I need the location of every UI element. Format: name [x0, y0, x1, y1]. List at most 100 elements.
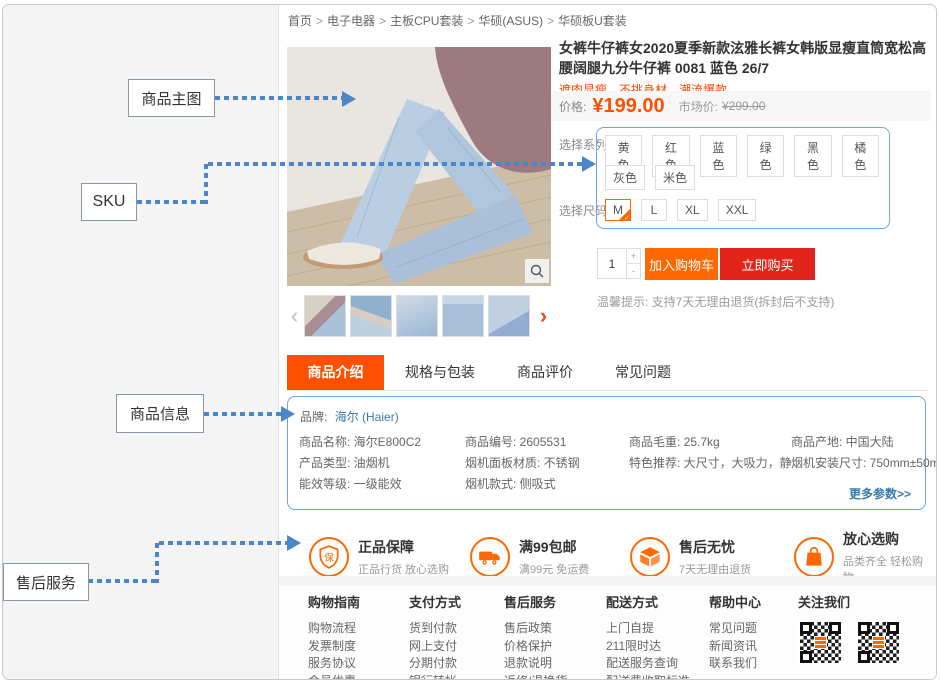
- footer: 购物指南购物流程发票制度服务协议会员优惠支付方式货到付款网上支付分期付款银行转帐…: [279, 586, 936, 679]
- footer-link[interactable]: 配送费收取标准: [606, 673, 709, 681]
- annotation-line-product-info: [204, 412, 282, 416]
- annotation-after-sales-label: 售后服务: [3, 563, 89, 601]
- size-chip-selected[interactable]: M: [605, 199, 631, 221]
- footer-link[interactable]: 售后政策: [504, 620, 606, 638]
- breadcrumb-link[interactable]: 华硕板U套装: [558, 14, 627, 28]
- color-chip[interactable]: 灰色: [605, 165, 645, 190]
- qr-code: [856, 620, 901, 665]
- quantity-input[interactable]: 1: [597, 248, 627, 279]
- annotation-arrow-after-sales: [287, 535, 301, 551]
- footer-link[interactable]: 货到付款: [409, 620, 504, 638]
- footer-link[interactable]: 服务协议: [308, 655, 409, 673]
- annotation-arrow-product-info: [281, 406, 295, 422]
- bag-icon: [794, 537, 834, 577]
- breadcrumb-link[interactable]: 电子电器: [327, 14, 375, 28]
- more-params-link[interactable]: 更多参数>>: [849, 485, 911, 502]
- footer-column: 帮助中心常见问题新闻资讯联系我们: [709, 592, 798, 680]
- service-text: 售后无忧7天无理由退货: [679, 537, 751, 577]
- service-desc: 满99元 免运费: [519, 561, 589, 577]
- notice-text: 温馨提示: 支持7天无理由退货(拆封后不支持): [597, 293, 834, 310]
- size-chip[interactable]: XL: [677, 199, 708, 221]
- thumbnail[interactable]: [442, 295, 484, 337]
- detail-tabs: 商品介绍规格与包装商品评价常见问题: [287, 355, 928, 391]
- section-divider: [279, 576, 936, 586]
- product-main-image[interactable]: [287, 47, 551, 286]
- annotation-line-after-sales-1: [88, 579, 158, 583]
- brand-line: 品牌: 海尔 (Haier): [300, 408, 399, 425]
- tab-2[interactable]: 商品评价: [496, 355, 594, 390]
- breadcrumb-link[interactable]: 华硕(ASUS): [478, 14, 543, 28]
- box-icon: [630, 537, 670, 577]
- annotation-line-after-sales-2: [155, 543, 159, 583]
- annotation-line-sku-2: [204, 164, 208, 204]
- color-chip[interactable]: 黑色: [794, 135, 831, 177]
- footer-column-title: 售后服务: [504, 592, 606, 611]
- price-label: 价格:: [559, 98, 586, 115]
- color-chip[interactable]: 米色: [655, 165, 695, 190]
- brand-label: 品牌:: [300, 410, 327, 424]
- footer-link[interactable]: 联系我们: [709, 655, 798, 673]
- service-title: 售后无忧: [679, 537, 751, 557]
- size-chip[interactable]: XXL: [718, 199, 757, 221]
- price-value: ¥199.00: [592, 95, 664, 118]
- tab-3[interactable]: 常见问题: [594, 355, 692, 390]
- annotation-line-sku-1: [137, 200, 207, 204]
- footer-link[interactable]: 退款说明: [504, 655, 606, 673]
- footer-link[interactable]: 购物流程: [308, 620, 409, 638]
- size-chip[interactable]: L: [641, 199, 667, 221]
- footer-link[interactable]: 会员优惠: [308, 673, 409, 681]
- footer-link[interactable]: 211限时达: [606, 638, 709, 656]
- color-chip[interactable]: 蓝色: [700, 135, 737, 177]
- footer-column-title: 配送方式: [606, 592, 709, 611]
- info-field: 商品编号: 2605531: [465, 432, 629, 453]
- product-page-panel: 首页>电子电器>主板CPU套装>华硕(ASUS)>华硕板U套装: [278, 5, 936, 679]
- footer-link[interactable]: 新闻资讯: [709, 638, 798, 656]
- footer-column-title: 支付方式: [409, 592, 504, 611]
- zoom-icon[interactable]: [525, 259, 549, 283]
- footer-columns: 购物指南购物流程发票制度服务协议会员优惠支付方式货到付款网上支付分期付款银行转帐…: [279, 586, 936, 680]
- service-title: 满99包邮: [519, 537, 589, 557]
- color-chip[interactable]: 橘色: [842, 135, 879, 177]
- info-field: 商品产地: 中国大陆: [791, 432, 937, 453]
- footer-link[interactable]: 配送服务查询: [606, 655, 709, 673]
- add-to-cart-button[interactable]: 加入购物车: [645, 248, 718, 280]
- color-chip[interactable]: 绿色: [747, 135, 784, 177]
- footer-link[interactable]: 常见问题: [709, 620, 798, 638]
- annotation-arrow-sku: [582, 156, 596, 172]
- product-title: 女裤牛仔裤女2020夏季新款泫雅长裤女韩版显瘦直筒宽松高腰阔腿九分牛仔裤 008…: [559, 38, 933, 78]
- footer-column: 售后服务售后政策价格保护退款说明返修/退换货取消订单: [504, 592, 606, 680]
- thumbnail[interactable]: [350, 295, 392, 337]
- svg-text:保: 保: [324, 551, 334, 564]
- breadcrumb-separator: >: [547, 14, 554, 28]
- footer-link[interactable]: 发票制度: [308, 638, 409, 656]
- thumbnail[interactable]: [304, 295, 346, 337]
- chevron-left-icon[interactable]: ‹: [285, 295, 304, 337]
- footer-link[interactable]: 分期付款: [409, 655, 504, 673]
- footer-link[interactable]: 网上支付: [409, 638, 504, 656]
- footer-link[interactable]: 价格保护: [504, 638, 606, 656]
- breadcrumb-link[interactable]: 主板CPU套装: [390, 14, 463, 28]
- price-row: 价格: ¥199.00 市场价: ¥299.00: [551, 91, 931, 121]
- quantity-decrease-button[interactable]: -: [627, 264, 641, 280]
- footer-link[interactable]: 上门自提: [606, 620, 709, 638]
- breadcrumb-separator: >: [467, 14, 474, 28]
- thumbnail[interactable]: [488, 295, 530, 337]
- info-field: 商品名称: 海尔E800C2: [299, 432, 465, 453]
- service-text: 满99包邮满99元 免运费: [519, 537, 589, 577]
- footer-column: 支付方式货到付款网上支付分期付款银行转帐: [409, 592, 504, 680]
- quantity-increase-button[interactable]: +: [627, 248, 641, 264]
- tab-1[interactable]: 规格与包装: [384, 355, 496, 390]
- chevron-right-icon[interactable]: ›: [534, 295, 553, 337]
- breadcrumb-link[interactable]: 首页: [288, 14, 312, 28]
- service-desc: 正品行货 放心选购: [358, 561, 449, 577]
- annotation-product-info-label: 商品信息: [116, 394, 204, 433]
- brand-link[interactable]: 海尔 (Haier): [335, 410, 399, 424]
- buy-now-button[interactable]: 立即购买: [720, 248, 815, 280]
- footer-link[interactable]: 银行转帐: [409, 673, 504, 681]
- product-info-box: 品牌: 海尔 (Haier) 商品名称: 海尔E800C2产品类型: 油烟机能效…: [287, 396, 926, 510]
- tab-0[interactable]: 商品介绍: [287, 355, 384, 390]
- shield-icon: 保: [309, 537, 349, 577]
- thumbnail[interactable]: [396, 295, 438, 337]
- footer-link[interactable]: 返修/退换货: [504, 673, 606, 681]
- annotation-arrow-main-image: [342, 91, 356, 107]
